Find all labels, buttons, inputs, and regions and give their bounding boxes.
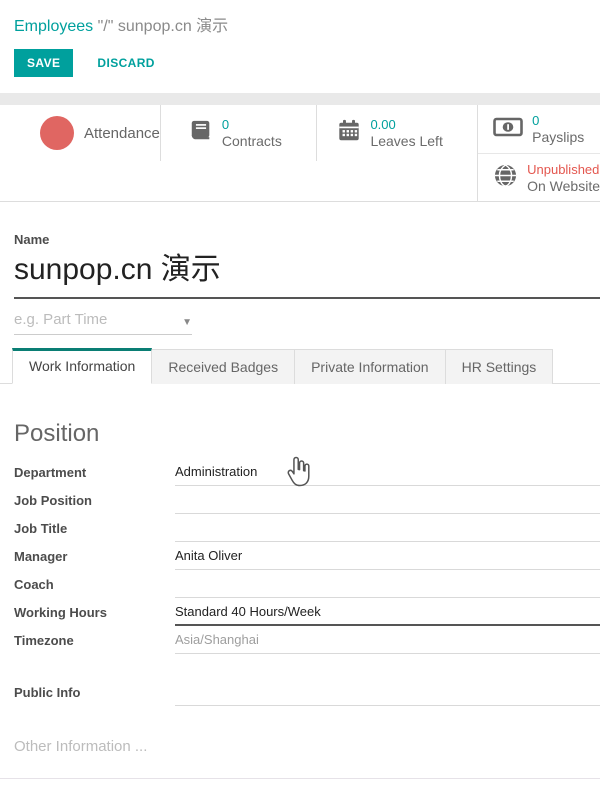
contracts-label: Contracts (222, 133, 282, 150)
coach-label: Coach (14, 570, 175, 598)
attendance-status-icon (40, 116, 74, 150)
job-position-input[interactable] (175, 486, 600, 514)
work-information-panel: Position Department Administration Job P… (0, 420, 600, 755)
field-row-manager: Manager Anita Oliver (14, 542, 600, 570)
public-info-input[interactable] (175, 678, 600, 706)
discard-button[interactable]: DISCARD (87, 49, 164, 77)
field-row-public-info: Public Info (14, 678, 600, 706)
tab-work-information[interactable]: Work Information (12, 348, 152, 384)
job-title-input[interactable] (175, 514, 600, 542)
stat-button-area: Attendance 0 Contracts (0, 105, 600, 202)
breadcrumb: Employees "/" sunpop.cn 演示 (0, 0, 600, 36)
field-row-coach: Coach (14, 570, 600, 598)
field-row-timezone: Timezone Asia/Shanghai (14, 626, 600, 654)
caret-down-icon[interactable]: ▼ (182, 317, 192, 328)
notes-textarea[interactable]: Other Information ... (14, 738, 600, 755)
working-hours-label: Working Hours (14, 598, 175, 626)
notebook-tabs: Work Information Received Badges Private… (0, 348, 600, 384)
breadcrumb-current: sunpop.cn 演示 (118, 18, 228, 35)
payslips-stat-button[interactable]: 0 Payslips (478, 105, 600, 154)
field-row-job-title: Job Title (14, 514, 600, 542)
coach-input[interactable] (175, 570, 600, 598)
website-label: On Website (527, 178, 600, 195)
banknote-icon (493, 116, 523, 143)
timezone-input[interactable]: Asia/Shanghai (175, 626, 600, 654)
attendance-stat-button[interactable]: Attendance (0, 105, 161, 161)
save-button[interactable]: SAVE (14, 49, 73, 77)
manager-input[interactable]: Anita Oliver (175, 542, 600, 570)
bottom-divider (0, 778, 600, 779)
field-row-job-position: Job Position (14, 486, 600, 514)
website-status: Unpublished (527, 161, 600, 178)
employee-name-input[interactable]: sunpop.cn 演示 (14, 247, 600, 299)
name-field-label: Name (14, 232, 600, 247)
payslips-count: 0 (532, 112, 584, 129)
calendar-icon (337, 119, 361, 148)
field-row-department: Department Administration (14, 458, 600, 486)
tab-hr-settings[interactable]: HR Settings (446, 349, 554, 384)
stat-right-column: 0 Payslips Unpublished (477, 105, 600, 202)
status-bar (0, 93, 600, 105)
tags-input[interactable]: e.g. Part Time ▼ (14, 311, 192, 335)
globe-icon (493, 163, 518, 193)
leaves-label: Leaves Left (370, 133, 442, 150)
department-label: Department (14, 458, 175, 486)
tags-placeholder: e.g. Part Time (14, 311, 107, 328)
contracts-stat-button[interactable]: 0 Contracts (161, 105, 318, 161)
contracts-count: 0 (222, 116, 282, 133)
attendance-label: Attendance (84, 125, 160, 142)
tab-received-badges[interactable]: Received Badges (152, 349, 295, 384)
department-input[interactable]: Administration (175, 458, 600, 486)
job-position-label: Job Position (14, 486, 175, 514)
payslips-label: Payslips (532, 129, 584, 146)
tab-private-information[interactable]: Private Information (295, 349, 446, 384)
book-icon (189, 119, 213, 148)
field-row-working-hours: Working Hours Standard 40 Hours/Week (14, 598, 600, 626)
breadcrumb-employees-link[interactable]: Employees (14, 18, 93, 35)
website-publish-button[interactable]: Unpublished On Website (478, 154, 600, 202)
form-action-bar: SAVE DISCARD (14, 49, 600, 77)
leaves-count: 0.00 (370, 116, 442, 133)
breadcrumb-separator: "/" (98, 18, 114, 35)
timezone-label: Timezone (14, 626, 175, 654)
manager-label: Manager (14, 542, 175, 570)
job-title-label: Job Title (14, 514, 175, 542)
position-section-title: Position (14, 420, 600, 448)
public-info-label: Public Info (14, 678, 175, 706)
working-hours-input[interactable]: Standard 40 Hours/Week (175, 598, 600, 626)
leaves-stat-button[interactable]: 0.00 Leaves Left (317, 105, 477, 161)
